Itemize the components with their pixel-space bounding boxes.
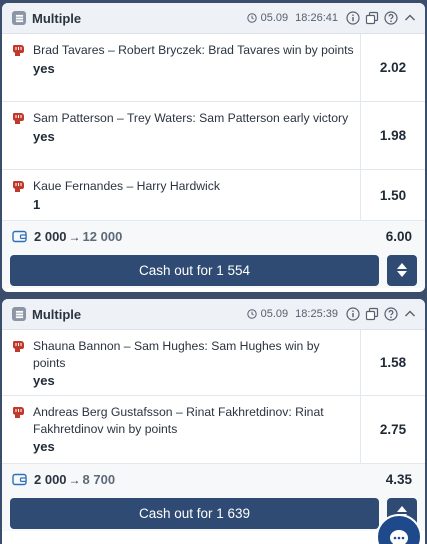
wallet-icon: [12, 473, 27, 486]
bet-datetime: 05.09 18:25:39: [246, 308, 338, 320]
bet-datetime: 05.09 18:26:41: [246, 12, 338, 24]
cashout-options-button[interactable]: [387, 254, 417, 286]
selection-event: Kaue Fernandes – Harry Hardwick: [33, 179, 220, 193]
potential-win: 8 700: [82, 472, 116, 487]
bet-actions: Cash out for 1 554: [2, 252, 425, 288]
bet-date: 05.09: [260, 308, 289, 320]
multiple-icon: [12, 307, 26, 321]
bet-date: 05.09: [260, 12, 289, 24]
bet-header: Multiple 05.09 18:25:39: [2, 299, 425, 330]
potential-win: 12 000: [82, 229, 123, 244]
selection-pick: yes: [33, 128, 55, 144]
total-odds: 4.35: [385, 472, 412, 487]
selection-row: Kaue Fernandes – Harry Hardwick 1 1.50: [2, 170, 425, 221]
mma-glove-icon: [13, 407, 24, 418]
arrow-icon: →: [68, 229, 81, 244]
bet-type-title: Multiple: [32, 10, 82, 26]
bet-card-1: Multiple 05.09 18:26:41 Brad Tavares – R…: [2, 3, 425, 292]
selection-odds: 1.58: [379, 355, 407, 370]
selection-odds: 1.50: [379, 187, 407, 203]
bet-summary: 2 000 → 12 000 6.00: [2, 221, 425, 252]
bet-summary: 2 000 → 8 700 4.35: [2, 464, 425, 495]
selection-odds: 2.75: [379, 422, 407, 437]
chevron-up-icon[interactable]: [403, 11, 417, 25]
selection-odds: 2.02: [379, 60, 407, 75]
total-odds: 6.00: [385, 229, 412, 244]
info-icon[interactable]: [346, 11, 360, 25]
bet-actions: Cash out for 1 639: [2, 495, 425, 531]
chat-icon: [390, 530, 408, 544]
bet-type-title: Multiple: [32, 306, 82, 322]
clock-icon: [246, 309, 257, 319]
stake-amount: 2 000: [34, 472, 67, 487]
cash-out-button[interactable]: Cash out for 1 554: [10, 254, 379, 286]
selection-pick: yes: [33, 439, 55, 454]
help-icon[interactable]: [384, 307, 398, 321]
wallet-icon: [12, 230, 27, 243]
clock-icon: [246, 13, 257, 23]
selection-odds: 1.98: [379, 128, 407, 143]
selection-event: Andreas Berg Gustafsson – Rinat Fakhretd…: [33, 405, 324, 436]
selection-pick: yes: [33, 60, 55, 76]
arrow-icon: →: [68, 472, 81, 487]
mma-glove-icon: [13, 181, 24, 192]
mma-glove-icon: [13, 341, 24, 352]
copy-icon[interactable]: [365, 11, 379, 25]
bet-card-2: Multiple 05.09 18:25:39 Shauna Bannon – …: [2, 299, 425, 544]
selection-row: Shauna Bannon – Sam Hughes: Sam Hughes w…: [2, 330, 425, 396]
mma-glove-icon: [13, 45, 24, 56]
bet-time: 18:26:41: [295, 12, 338, 24]
selection-event: Shauna Bannon – Sam Hughes: Sam Hughes w…: [33, 339, 320, 370]
multiple-icon: [12, 11, 26, 25]
selection-pick: yes: [33, 373, 55, 388]
chevron-up-icon[interactable]: [403, 307, 417, 321]
selection-row: Brad Tavares – Robert Bryczek: Brad Tava…: [2, 34, 425, 102]
bet-header: Multiple 05.09 18:26:41: [2, 3, 425, 34]
cash-out-button[interactable]: Cash out for 1 639: [10, 497, 379, 529]
up-down-arrows-icon: [397, 263, 407, 277]
selection-row: Andreas Berg Gustafsson – Rinat Fakhretd…: [2, 396, 425, 464]
help-icon[interactable]: [384, 11, 398, 25]
selection-row: Sam Patterson – Trey Waters: Sam Patters…: [2, 102, 425, 170]
selection-event: Brad Tavares – Robert Bryczek: Brad Tava…: [33, 43, 354, 57]
mma-glove-icon: [13, 113, 24, 124]
selection-pick: 1: [33, 196, 41, 212]
bet-time: 18:25:39: [295, 308, 338, 320]
copy-icon[interactable]: [365, 307, 379, 321]
info-icon[interactable]: [346, 307, 360, 321]
stake-amount: 2 000: [34, 229, 67, 244]
selection-event: Sam Patterson – Trey Waters: Sam Patters…: [33, 111, 349, 125]
